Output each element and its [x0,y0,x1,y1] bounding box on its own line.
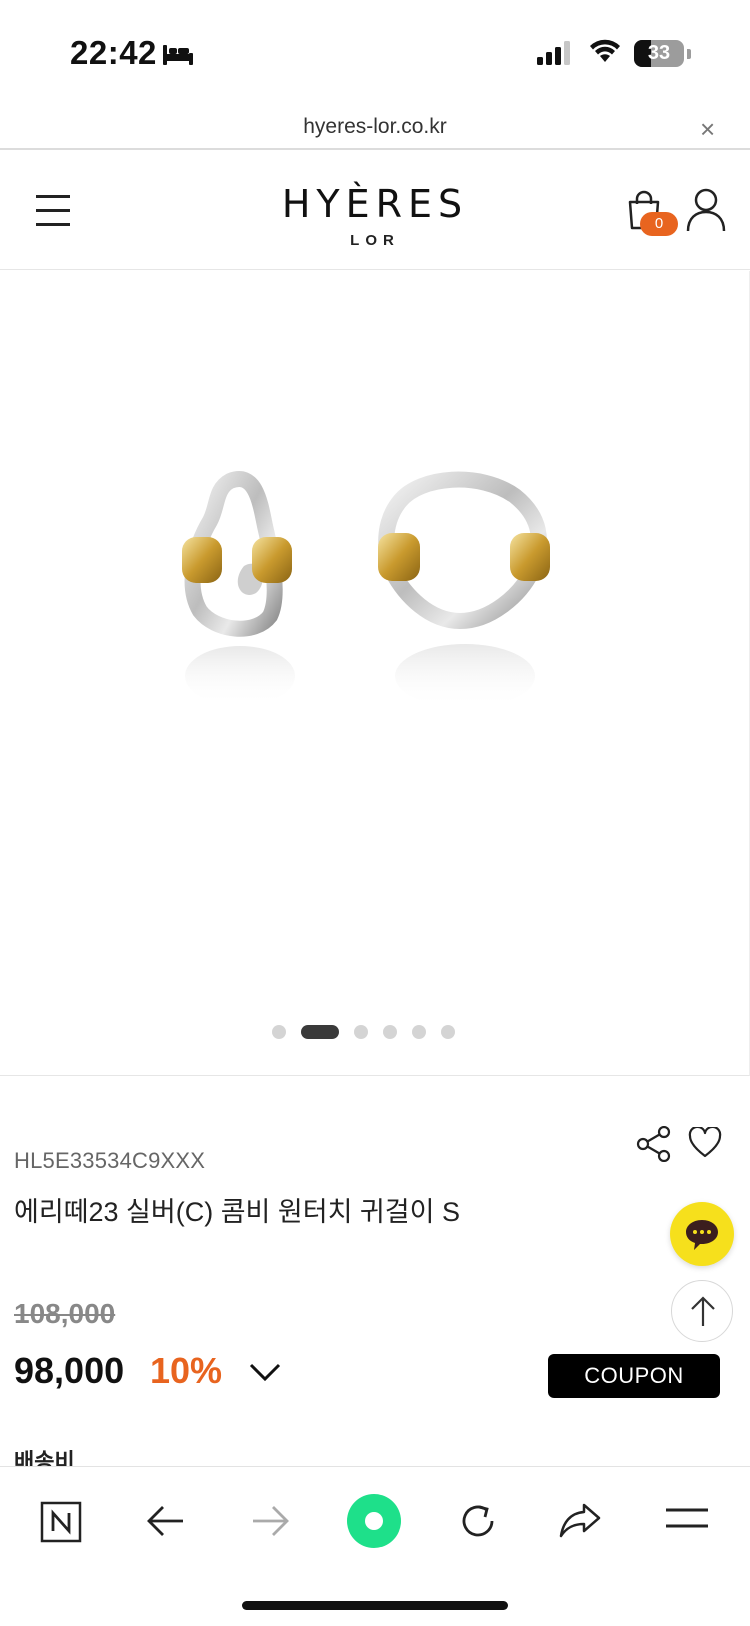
refresh-icon[interactable] [458,1501,498,1541]
chat-icon [686,1220,718,1250]
heart-icon[interactable] [688,1127,722,1159]
naver-green-dot-icon[interactable] [346,1493,402,1549]
share-arrow-icon[interactable] [558,1501,602,1539]
close-icon[interactable]: × [700,114,715,145]
arrow-up-icon [691,1296,715,1326]
url-bar[interactable]: hyeres-lor.co.kr × [0,110,750,150]
product-photo [182,471,550,708]
scroll-top-button[interactable] [671,1280,733,1342]
coupon-button[interactable]: COUPON [548,1354,720,1398]
url-text[interactable]: hyeres-lor.co.kr [0,115,750,139]
battery-indicator: 33 [634,40,684,67]
home-indicator [242,1601,508,1610]
sale-price: 98,000 [14,1350,125,1391]
battery-level: 33 [647,42,671,64]
back-arrow-icon[interactable] [146,1505,186,1537]
discount-rate: 10% [150,1350,223,1391]
wifi-icon [590,39,620,62]
chat-button[interactable] [670,1202,734,1266]
gallery-dot[interactable] [301,1025,339,1039]
product-name: 에리떼23 실버(C) 콤비 원터치 귀걸이 S [14,1197,460,1227]
gallery-dot[interactable] [354,1025,368,1039]
site-header: HYÈRES LOR 0 [0,152,750,270]
user-icon[interactable] [686,188,726,232]
chevron-down-icon[interactable] [248,1362,282,1382]
sleep-focus-icon [163,45,193,65]
battery-cap [687,49,691,59]
hamburger-menu-icon[interactable] [666,1507,708,1529]
original-price: 108,000 [14,1298,116,1329]
product-sku: HL5E33534C9XXX [14,1148,206,1173]
gallery-pagination[interactable] [272,1025,472,1039]
cart-count-badge: 0 [640,212,678,236]
cellular-signal-icon [537,41,570,65]
browser-toolbar [0,1466,750,1626]
shipping-fee-label: 배송비 [14,1449,75,1466]
logo-subtitle: LOR [350,232,400,249]
gallery-dot[interactable] [441,1025,455,1039]
product-image-gallery[interactable] [0,271,750,1076]
naver-home-icon[interactable] [40,1501,82,1543]
gallery-dot[interactable] [383,1025,397,1039]
status-time: 22:42 [70,34,157,71]
status-bar: 22:42 33 [0,0,750,110]
gallery-dot[interactable] [272,1025,286,1039]
share-icon[interactable] [636,1126,672,1162]
forward-arrow-icon[interactable] [250,1505,290,1537]
gallery-dot[interactable] [412,1025,426,1039]
